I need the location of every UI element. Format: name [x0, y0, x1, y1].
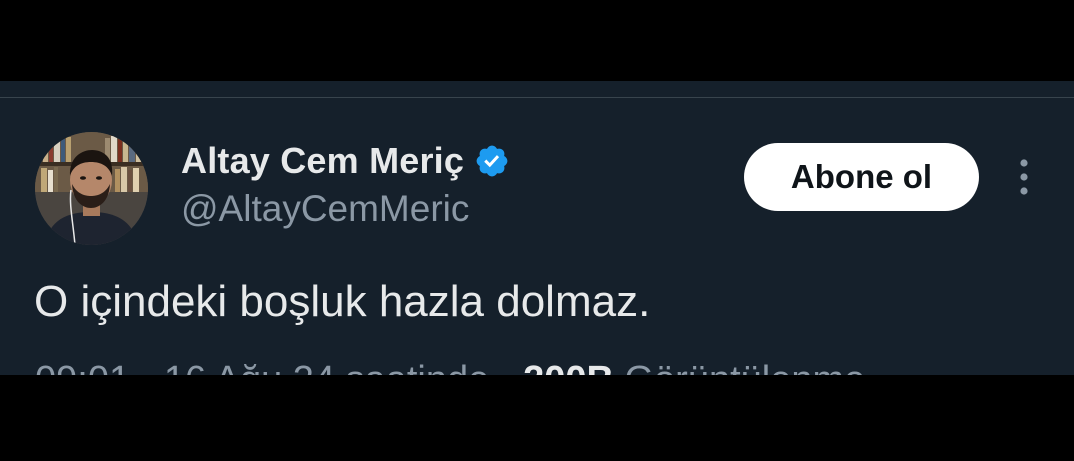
- follow-button[interactable]: Abone ol: [744, 143, 979, 211]
- more-options-button[interactable]: [1004, 154, 1044, 200]
- tweet-time[interactable]: 09:01: [35, 359, 130, 375]
- avatar[interactable]: [35, 132, 148, 245]
- avatar-photo: [35, 132, 148, 245]
- author-handle[interactable]: @AltayCemMeric: [181, 188, 469, 230]
- top-letterbox: [0, 0, 1074, 81]
- bottom-letterbox: [0, 375, 1074, 461]
- tweet-date[interactable]: 16 Ağu 24 saatinde: [164, 359, 489, 375]
- meta-separator: ·: [141, 359, 154, 375]
- divider: [0, 97, 1074, 98]
- author-display-name[interactable]: Altay Cem Meriç: [181, 140, 464, 182]
- meta-separator: ·: [500, 359, 513, 375]
- author-name-row: Altay Cem Meriç: [181, 139, 510, 183]
- verified-badge-icon[interactable]: [474, 143, 510, 179]
- views-label: Görüntülenme: [624, 359, 865, 375]
- views-count: 200B: [523, 359, 614, 375]
- tweet-text: O içindeki boşluk hazla dolmaz.: [34, 277, 651, 326]
- tweet-metadata: 09:01 · 16 Ağu 24 saatinde · 200B Görünt…: [35, 359, 865, 375]
- more-vertical-icon: [1020, 159, 1028, 195]
- tweet-card: Altay Cem Meriç @AltayCemMeric Abone ol …: [0, 81, 1074, 375]
